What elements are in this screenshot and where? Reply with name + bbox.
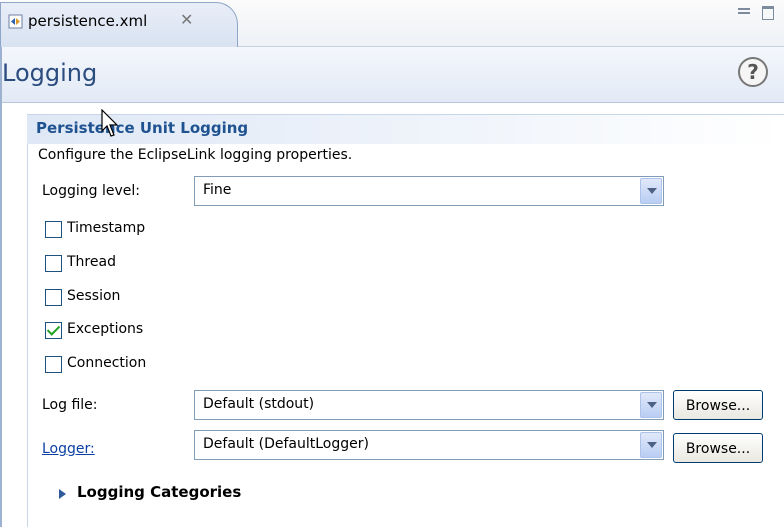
tab-persistence-xml[interactable]: persistence.xml ✕ <box>0 2 238 47</box>
connection-label: Connection <box>67 355 147 371</box>
close-icon[interactable]: ✕ <box>180 10 193 29</box>
logger-link[interactable]: Logger: <box>42 441 95 457</box>
page-title: Logging <box>2 59 98 87</box>
section-border <box>27 144 28 527</box>
page-header: Logging ? <box>2 47 784 103</box>
minimize-icon[interactable] <box>738 6 750 16</box>
chevron-down-icon[interactable] <box>640 178 662 204</box>
section-title: Persistence Unit Logging <box>36 119 249 137</box>
chevron-down-icon[interactable] <box>640 392 662 418</box>
timestamp-label: Timestamp <box>67 220 146 236</box>
section-header: Persistence Unit Logging <box>27 114 784 144</box>
exceptions-checkbox[interactable] <box>45 322 62 339</box>
session-label: Session <box>67 288 121 304</box>
thread-checkbox[interactable] <box>45 255 62 272</box>
help-icon[interactable]: ? <box>738 57 768 87</box>
logging-categories-section[interactable]: Logging Categories <box>77 483 241 501</box>
exceptions-label: Exceptions <box>67 321 144 337</box>
maximize-icon[interactable] <box>762 6 774 20</box>
logger-combo[interactable]: Default (DefaultLogger) <box>194 430 664 460</box>
section-description: Configure the EclipseLink logging proper… <box>38 147 353 163</box>
log-file-combo[interactable]: Default (stdout) <box>194 390 664 420</box>
logging-level-combo[interactable]: Fine <box>194 176 664 206</box>
logging-level-label: Logging level: <box>42 183 140 199</box>
tab-title: persistence.xml <box>28 12 148 30</box>
editor-tab-strip: persistence.xml ✕ <box>0 0 784 47</box>
log-file-value: Default (stdout) <box>203 396 315 412</box>
session-checkbox[interactable] <box>45 289 62 306</box>
expand-triangle-icon[interactable] <box>59 489 66 499</box>
logging-level-value: Fine <box>203 182 232 198</box>
log-file-label: Log file: <box>42 397 98 413</box>
connection-checkbox[interactable] <box>45 356 62 373</box>
xml-file-icon <box>8 14 23 29</box>
chevron-down-icon[interactable] <box>640 432 662 458</box>
logger-browse-button[interactable]: Browse... <box>673 433 763 463</box>
mouse-pointer-icon <box>101 109 119 137</box>
log-file-browse-button[interactable]: Browse... <box>673 390 763 420</box>
logger-value: Default (DefaultLogger) <box>203 436 369 452</box>
timestamp-checkbox[interactable] <box>45 221 62 238</box>
thread-label: Thread <box>67 254 116 270</box>
